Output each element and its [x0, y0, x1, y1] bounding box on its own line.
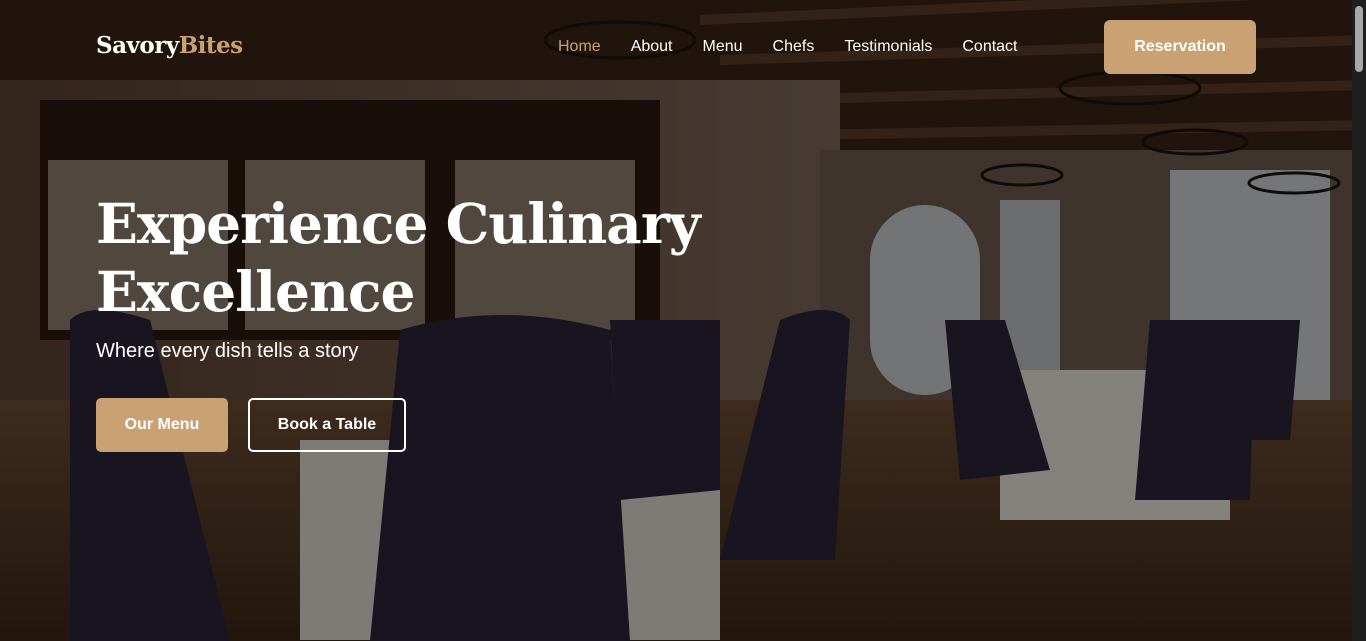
logo-text-savory: Savory: [96, 32, 179, 59]
hero-title: Experience Culinary Excellence: [96, 191, 701, 324]
nav-menu[interactable]: Menu: [703, 36, 743, 58]
main-nav: Home About Menu Chefs Testimonials Conta…: [558, 36, 1048, 58]
logo-text-bites: Bites: [178, 32, 243, 59]
nav-testimonials[interactable]: Testimonials: [844, 36, 932, 58]
nav-home[interactable]: Home: [558, 36, 601, 58]
book-table-button[interactable]: Book a Table: [248, 398, 406, 452]
brand-logo[interactable]: SavoryBites: [96, 32, 243, 59]
our-menu-button[interactable]: Our Menu: [96, 398, 228, 452]
page-scrollbar[interactable]: [1352, 0, 1366, 641]
scrollbar-thumb[interactable]: [1355, 6, 1363, 72]
nav-about[interactable]: About: [631, 36, 673, 58]
hero-subtitle: Where every dish tells a story: [96, 340, 359, 362]
nav-chefs[interactable]: Chefs: [773, 36, 815, 58]
reservation-button[interactable]: Reservation: [1104, 20, 1256, 74]
nav-contact[interactable]: Contact: [962, 36, 1017, 58]
